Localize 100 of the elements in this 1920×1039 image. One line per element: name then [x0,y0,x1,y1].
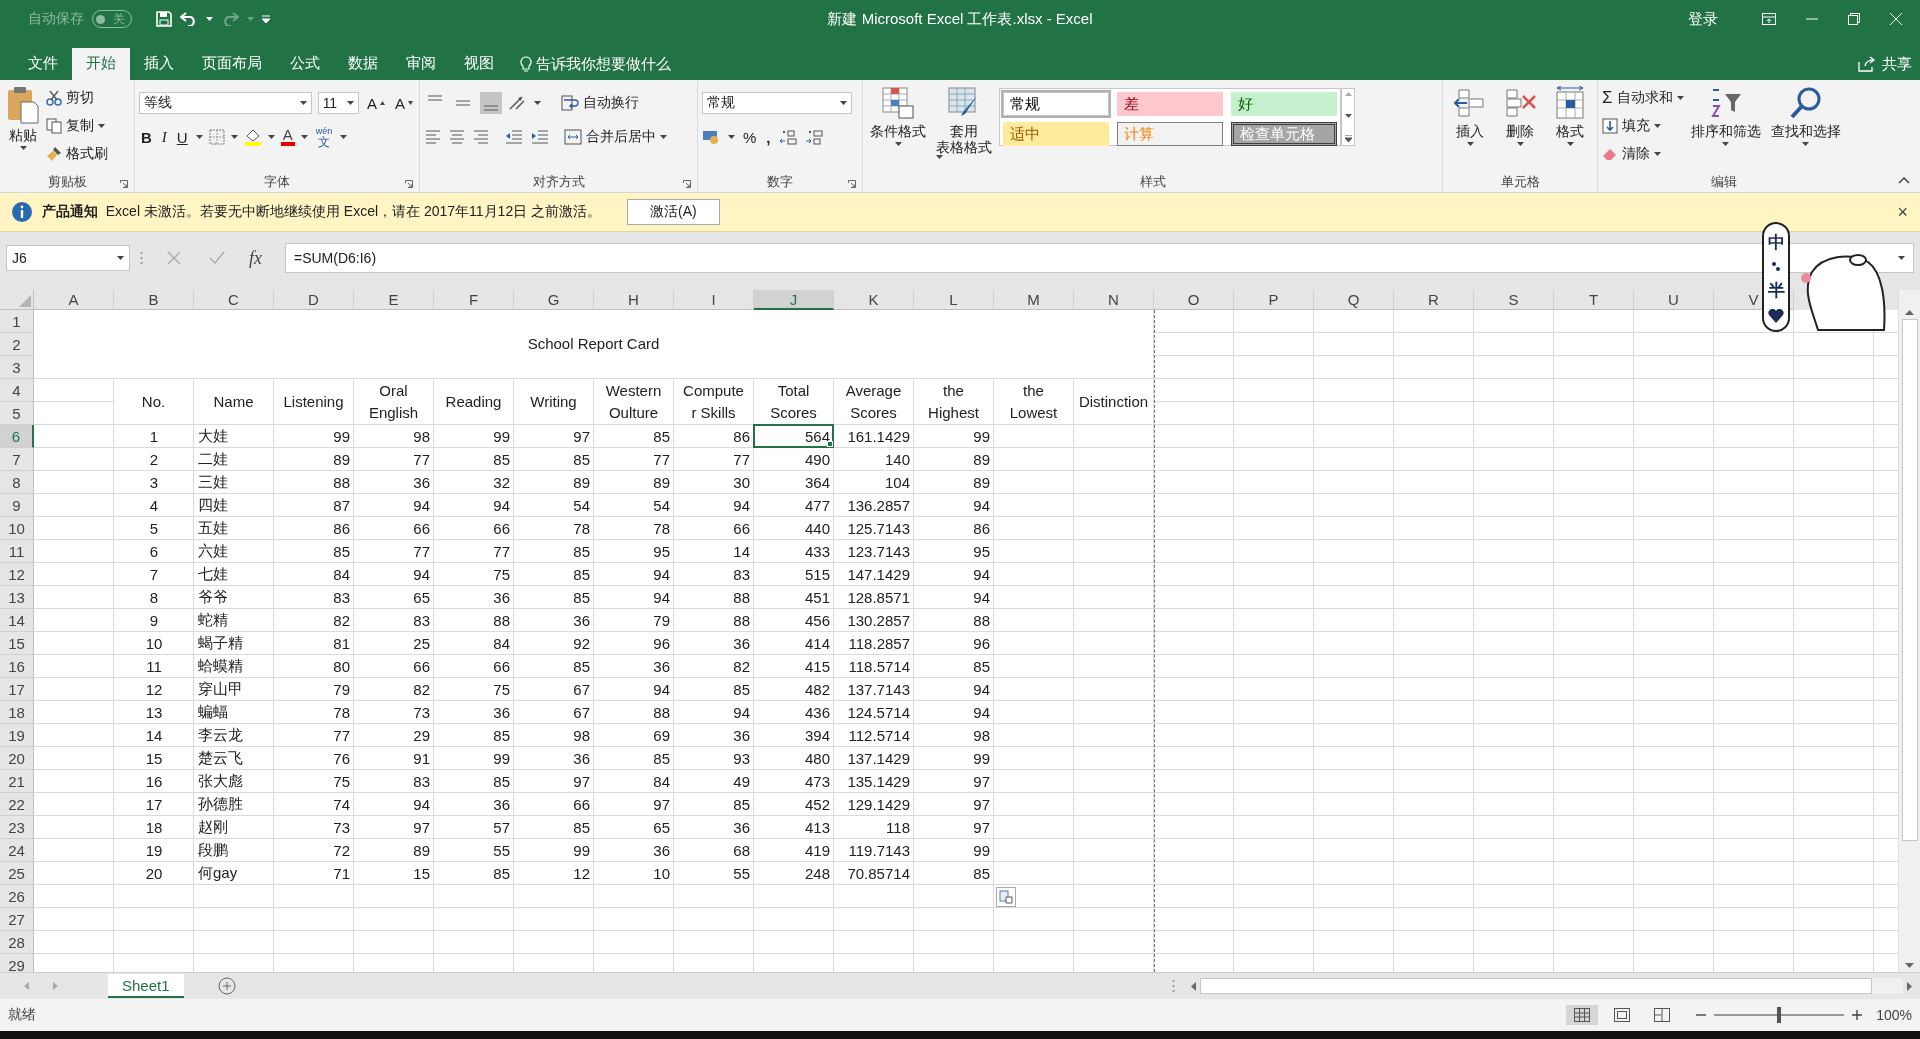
punctuation-icon[interactable] [1771,260,1781,273]
autosum-button[interactable]: Σ 自动求和 [1602,86,1684,110]
column-header[interactable]: I [674,290,754,310]
row-header[interactable]: 7 [0,448,34,471]
row-header[interactable]: 16 [0,655,34,678]
row-header[interactable]: 9 [0,494,34,517]
zoom-level[interactable]: 100% [1876,1007,1912,1023]
save-icon[interactable] [156,11,172,27]
format-cells-button[interactable]: 格式 [1550,86,1590,172]
column-header[interactable]: B [114,290,194,310]
column-header[interactable]: O [1154,290,1234,310]
scroll-left-icon[interactable] [1191,981,1196,991]
horizontal-scrollbar-thumb[interactable] [1200,978,1872,994]
row-header[interactable]: 26 [0,885,34,908]
row-header[interactable]: 19 [0,724,34,747]
column-header[interactable]: G [514,290,594,310]
splitter-icon[interactable] [140,251,143,265]
paste-button[interactable]: 粘贴 [4,86,42,172]
cell-style-option[interactable]: 适中 [1003,122,1109,146]
ribbon-display-icon[interactable] [1762,13,1776,25]
name-box[interactable]: J6 [6,245,130,271]
comma-style-button[interactable]: , [764,128,773,146]
cell-style-option[interactable]: 常规 [1003,92,1109,116]
underline-button[interactable]: U [174,128,190,146]
row-header[interactable]: 22 [0,793,34,816]
more-styles-icon[interactable] [1344,135,1352,142]
italic-button[interactable]: I [159,128,169,146]
column-header[interactable]: T [1554,290,1634,310]
sign-in-link[interactable]: 登录 [1688,9,1718,29]
share-button[interactable]: 共享 [1858,48,1920,80]
column-header[interactable]: P [1234,290,1314,310]
heart-icon[interactable] [1768,308,1784,323]
scroll-down-icon[interactable] [1344,113,1352,118]
increase-indent-icon[interactable] [530,129,550,145]
bold-button[interactable]: B [139,128,154,146]
add-sheet-icon[interactable] [217,977,236,995]
shrink-font-button[interactable]: A [393,94,415,112]
dialog-launcher-icon[interactable] [405,180,413,188]
row-header[interactable]: 23 [0,816,34,839]
dialog-launcher-icon[interactable] [848,180,856,188]
decrease-indent-icon[interactable] [504,129,524,145]
decrease-decimal-icon[interactable] [804,129,825,145]
ribbon-tab[interactable]: 页面布局 [188,48,276,80]
ribbon-tab[interactable]: 插入 [130,48,188,80]
row-header[interactable]: 5 [0,402,34,425]
phonetic-guide-button[interactable]: wén 文 [313,126,335,148]
row-header[interactable]: 6 [0,425,34,448]
sheet-tab[interactable]: Sheet1 [108,974,184,998]
row-header[interactable]: 29 [0,954,34,972]
column-header[interactable]: F [434,290,514,310]
row-header[interactable]: 13 [0,586,34,609]
caret-icon[interactable] [206,17,213,21]
text-orientation-icon[interactable] [508,95,528,111]
row-header[interactable]: 10 [0,517,34,540]
ribbon-tab[interactable]: 数据 [334,48,392,80]
column-header[interactable]: C [194,290,274,310]
customize-caret-icon[interactable] [262,15,270,23]
row-header[interactable]: 17 [0,678,34,701]
row-header[interactable]: 14 [0,609,34,632]
ribbon-tab[interactable]: 公式 [276,48,334,80]
column-header[interactable]: E [354,290,434,310]
row-header[interactable]: 20 [0,747,34,770]
row-header[interactable]: 24 [0,839,34,862]
row-header[interactable]: 27 [0,908,34,931]
column-header[interactable]: N [1074,290,1154,310]
row-header[interactable]: 4 [0,379,34,402]
copy-button[interactable]: 复制 [46,114,108,138]
column-header[interactable]: U [1634,290,1714,310]
increase-decimal-icon[interactable] [778,129,799,145]
zoom-in-icon[interactable] [1852,1010,1863,1020]
row-header[interactable]: 15 [0,632,34,655]
splitter-icon[interactable] [1172,979,1175,993]
activate-button[interactable]: 激活(A) [627,199,720,225]
close-button[interactable]: × [1897,201,1908,223]
row-header[interactable]: 18 [0,701,34,724]
paste-options-icon[interactable] [996,887,1016,907]
ribbon-tab[interactable]: 开始 [72,48,130,80]
row-header[interactable]: 28 [0,931,34,954]
dialog-launcher-icon[interactable] [683,180,691,188]
ribbon-tab[interactable]: 文件 [14,48,72,80]
conditional-format-button[interactable]: 条件格式 [867,86,929,172]
sort-filter-button[interactable]: 排序和筛选 [1687,86,1764,172]
close-icon[interactable] [1890,13,1902,25]
number-format-dropdown[interactable]: 常规 [702,92,852,114]
format-as-table-button[interactable]: 套用 表格格式 [933,86,995,172]
column-header[interactable]: L [914,290,994,310]
column-header[interactable]: Q [1314,290,1394,310]
restore-icon[interactable] [1848,13,1860,25]
format-painter-button[interactable]: 格式刷 [46,142,108,166]
row-header[interactable]: 21 [0,770,34,793]
wrap-text-button[interactable]: 自动换行 [561,91,639,115]
column-header[interactable]: R [1394,290,1474,310]
column-header[interactable]: J [754,290,834,310]
font-color-button[interactable]: A [280,128,295,146]
row-header[interactable]: 25 [0,862,34,885]
scroll-down-icon[interactable] [1905,963,1914,968]
insert-function-button[interactable]: fx [249,247,275,269]
percent-button[interactable]: % [741,128,759,146]
fill-color-icon[interactable] [243,128,262,146]
merge-center-button[interactable]: 合并后居中 [564,125,667,149]
